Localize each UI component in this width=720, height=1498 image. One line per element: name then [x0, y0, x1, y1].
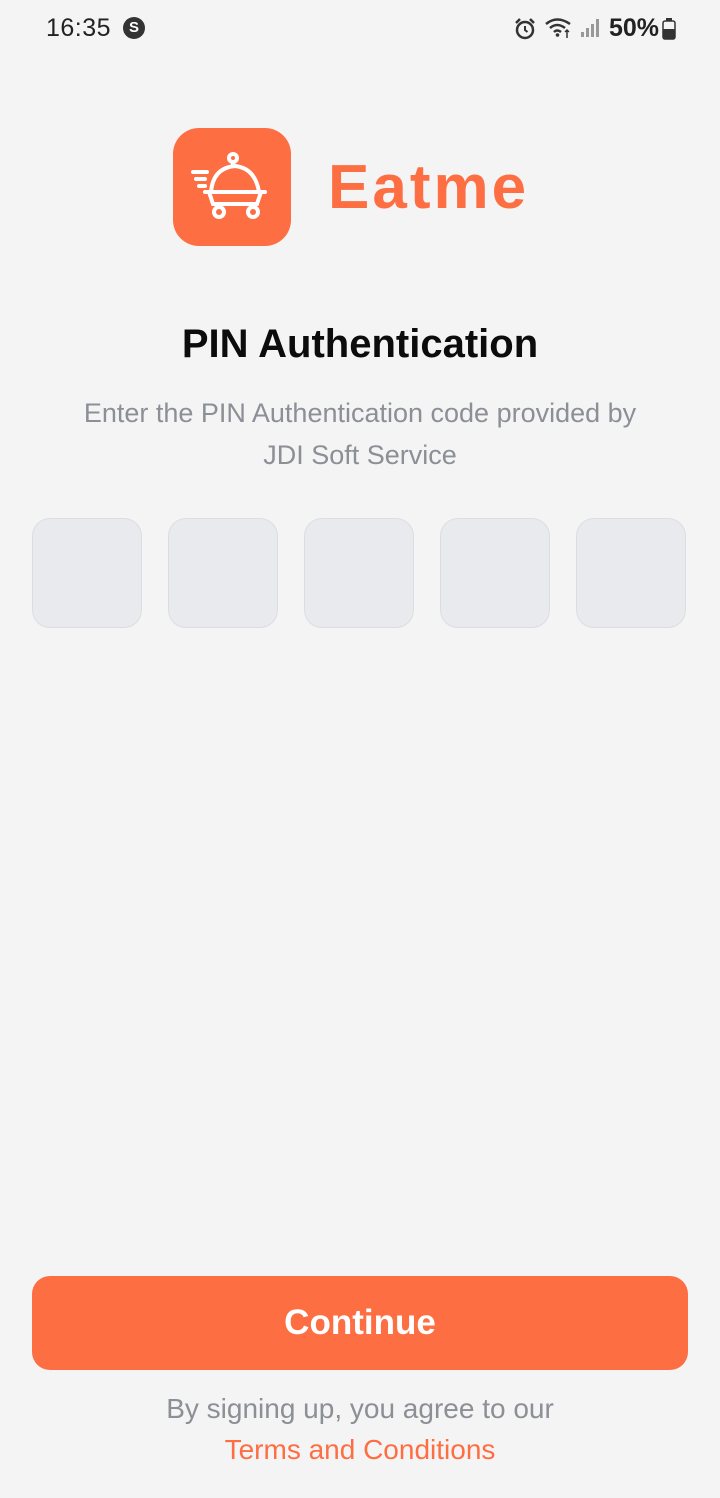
page-title: PIN Authentication — [181, 322, 539, 366]
pin-digit-2[interactable] — [168, 518, 278, 628]
pin-digit-5[interactable] — [576, 518, 686, 628]
pin-digit-3[interactable] — [304, 518, 414, 628]
app-logo — [173, 128, 291, 246]
s-circle-icon: S — [123, 17, 145, 39]
status-bar: 16:35 S 50% — [0, 0, 720, 58]
status-time: 16:35 — [46, 14, 112, 42]
continue-button[interactable]: Continue — [32, 1276, 688, 1370]
pin-input-row — [32, 518, 688, 630]
signal-icon — [581, 19, 599, 37]
brand-name: Eatme — [328, 153, 530, 222]
food-cart-cloche-icon — [191, 152, 267, 219]
page-subtitle: Enter the PIN Authentication code provid… — [83, 398, 637, 470]
agreement-text: By signing up, you agree to our — [166, 1393, 554, 1424]
wifi-icon — [545, 18, 571, 38]
terms-link[interactable]: Terms and Conditions — [0, 1434, 720, 1466]
alarm-icon — [515, 18, 535, 40]
pin-digit-4[interactable] — [440, 518, 550, 628]
battery-percent: 50% — [609, 14, 660, 42]
battery-icon — [662, 18, 676, 40]
pin-digit-1[interactable] — [32, 518, 142, 628]
